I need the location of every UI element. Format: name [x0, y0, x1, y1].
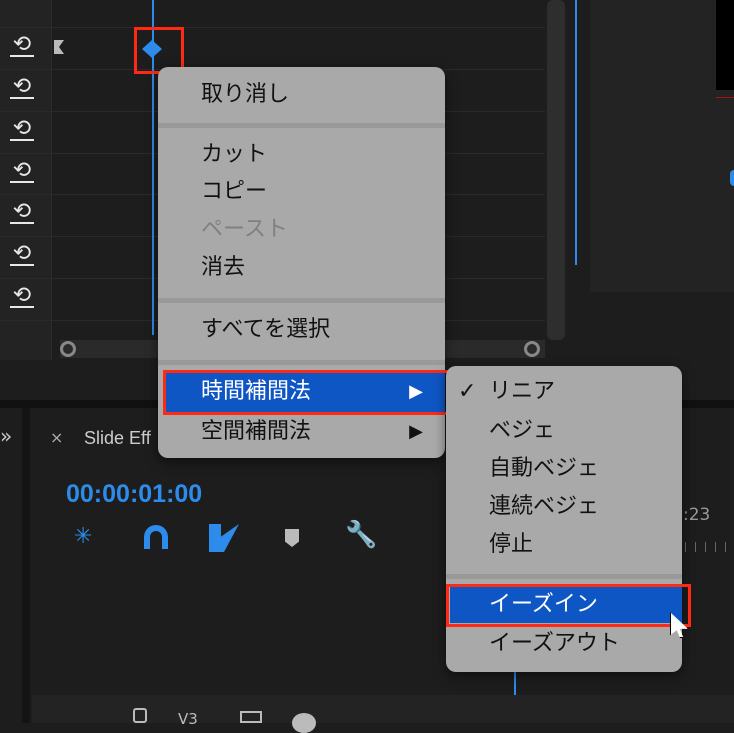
submenu-item-continuous-bezier[interactable]: 連続ベジェ [446, 488, 682, 526]
lock-track-icon[interactable] [133, 708, 147, 723]
timecode-display[interactable]: 00:00:01:00 [66, 480, 202, 509]
linked-selection-icon[interactable] [209, 524, 239, 552]
temporal-interpolation-annotation-box [163, 370, 451, 415]
menu-separator [158, 298, 445, 303]
tab-slide-effect[interactable]: Slide Eff [84, 428, 151, 449]
ruler-time-label: :23 [683, 505, 711, 525]
menu-item-undo[interactable]: 取り消し [158, 76, 445, 114]
submenu-arrow-icon: ▶ [409, 421, 423, 442]
reset-icon[interactable]: ⟲ [10, 117, 34, 141]
menu-item-spatial-interpolation[interactable]: 空間補間法 ▶ [158, 413, 445, 451]
snap-nested-icon[interactable]: ✳ [74, 524, 102, 550]
reset-icon[interactable]: ⟲ [10, 284, 34, 308]
reset-icon[interactable]: ⟲ [10, 75, 34, 99]
submenu-item-label: リニア [489, 379, 556, 404]
eye-visibility-icon[interactable] [292, 713, 316, 733]
program-monitor [590, 0, 734, 292]
panel-blue-line [575, 0, 577, 265]
scroll-handle-left[interactable] [60, 341, 76, 357]
menu-item-select-all[interactable]: すべてを選択 [158, 311, 445, 349]
track-label: V3 [178, 710, 198, 728]
wrench-settings-icon[interactable]: 🔧 [345, 520, 377, 550]
menu-item-clear[interactable]: 消去 [158, 249, 445, 287]
reset-icon[interactable]: ⟲ [10, 33, 34, 57]
reset-icon[interactable]: ⟲ [10, 200, 34, 224]
clip-start-marker-icon [54, 40, 64, 54]
panel-chevron[interactable]: » [0, 424, 12, 448]
submenu-item-bezier[interactable]: ベジェ [446, 412, 682, 450]
monitor-video [716, 0, 734, 90]
vertical-scrollbar[interactable] [547, 0, 565, 340]
monitor-blue-dot[interactable] [730, 170, 734, 186]
menu-separator [446, 574, 682, 579]
checkmark-icon: ✓ [458, 379, 477, 404]
submenu-item-hold[interactable]: 停止 [446, 526, 682, 564]
submenu-item-linear[interactable]: ✓ リニア [446, 373, 682, 411]
menu-item-label: 空間補間法 [201, 419, 312, 444]
scroll-handle-right[interactable] [524, 341, 540, 357]
add-marker-icon[interactable] [285, 529, 299, 547]
submenu-item-auto-bezier[interactable]: 自動ベジェ [446, 450, 682, 488]
magnet-snap-icon[interactable] [144, 525, 168, 549]
reset-icon[interactable]: ⟲ [10, 242, 34, 266]
submenu-item-ease-out[interactable]: イーズアウト [446, 625, 682, 663]
menu-item-paste: ペースト [201, 217, 288, 242]
menu-item-cut[interactable]: カット [158, 136, 445, 174]
sync-lock-icon[interactable] [240, 711, 262, 723]
monitor-red-line [716, 97, 734, 98]
menu-separator [158, 360, 445, 365]
menu-separator [158, 123, 445, 128]
tab-close-button[interactable]: × [50, 428, 63, 447]
menu-item-copy[interactable]: コピー [158, 173, 445, 211]
time-ruler-ticks[interactable] [685, 542, 734, 552]
reset-icon[interactable]: ⟲ [10, 159, 34, 183]
ease-in-annotation-box [446, 584, 691, 627]
panel-gutter [22, 408, 30, 723]
